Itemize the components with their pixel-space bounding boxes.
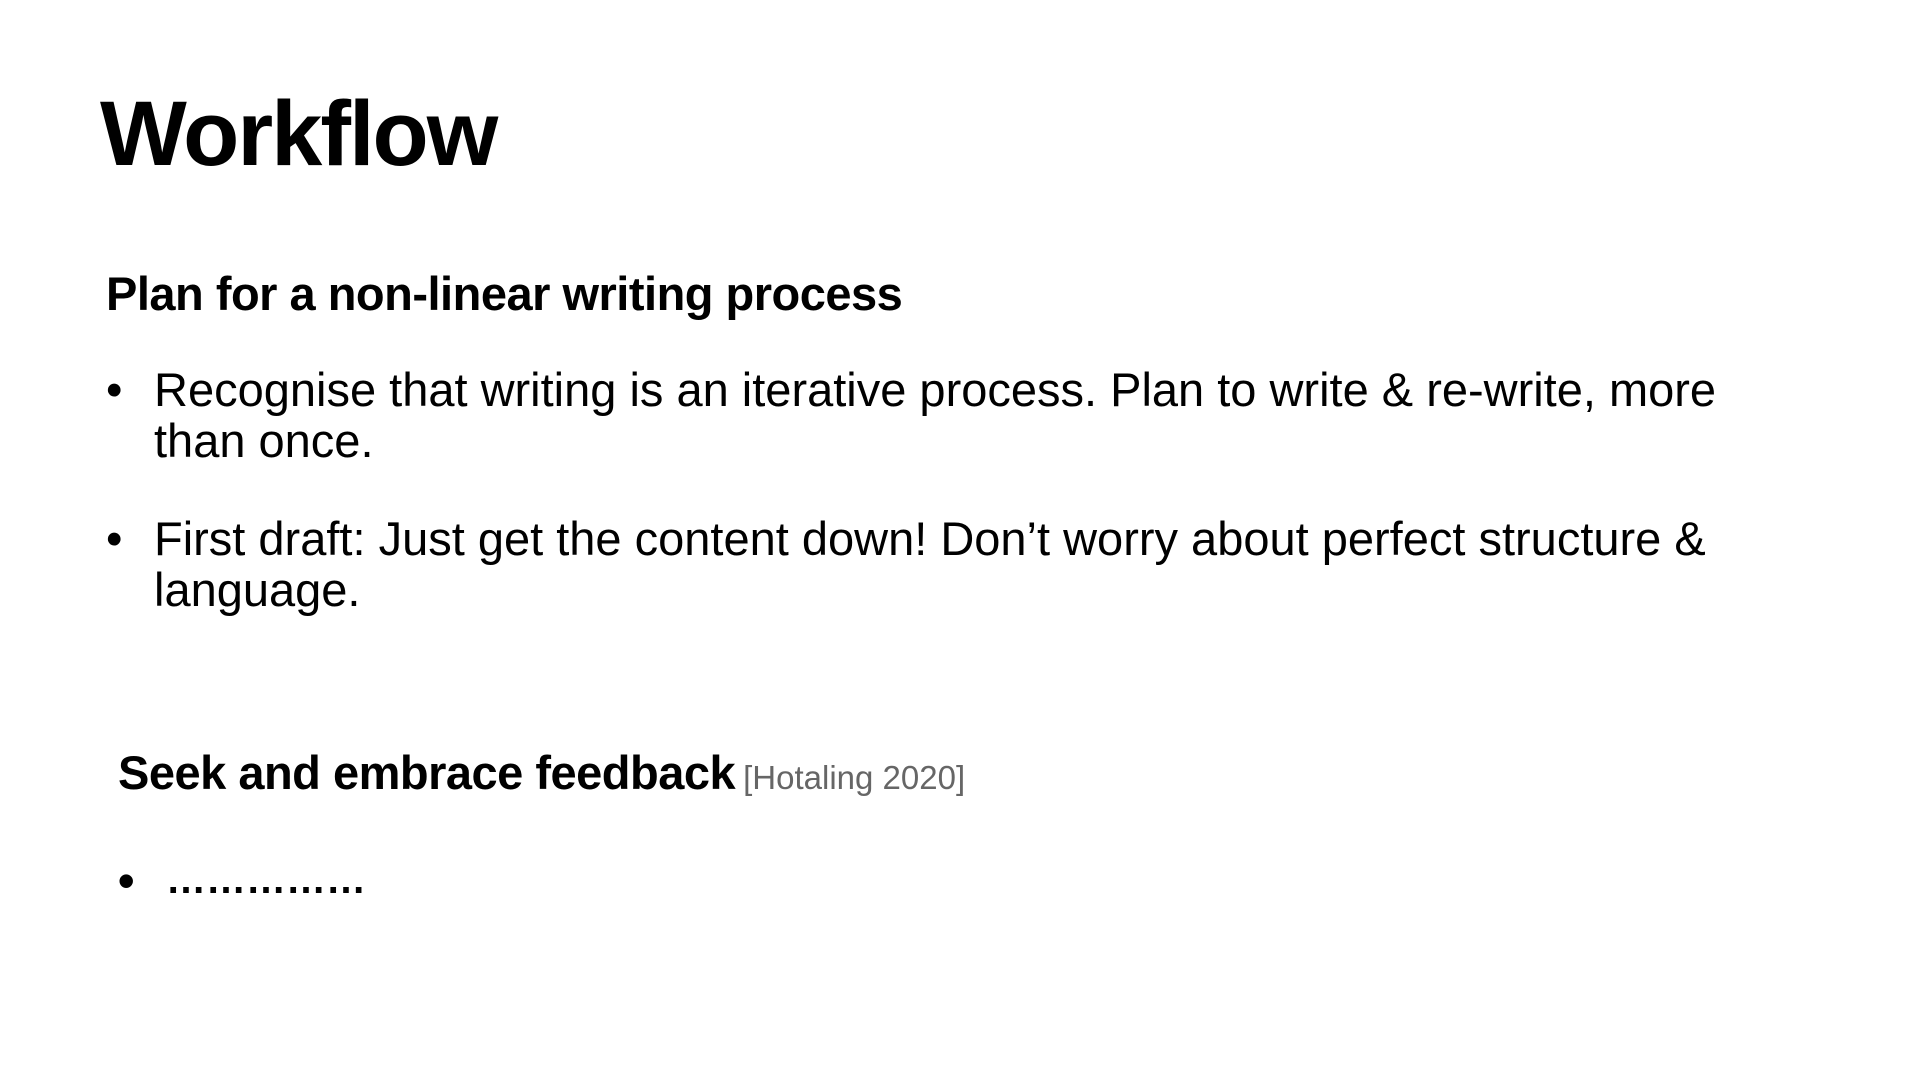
section-heading-feedback-text: Seek and embrace feedback <box>118 746 736 799</box>
bullet-icon: • <box>106 512 123 565</box>
slide-title: Workflow <box>100 83 498 185</box>
section-heading-feedback: Seek and embrace feedback [Hotaling 2020… <box>118 749 965 796</box>
bullet-text: …………… <box>166 858 366 902</box>
list-item: • First draft: Just get the content down… <box>106 513 1806 615</box>
section-heading-plan: Plan for a non-linear writing process <box>106 267 903 320</box>
list-item: • …………… <box>118 855 1318 906</box>
bullet-icon: • <box>118 854 135 907</box>
bullet-text: Recognise that writing is an iterative p… <box>154 363 1717 467</box>
citation: [Hotaling 2020] <box>743 759 966 796</box>
bullet-list-feedback: • …………… <box>118 855 1318 953</box>
bullet-text: First draft: Just get the content down! … <box>154 512 1706 616</box>
slide: Workflow Plan for a non-linear writing p… <box>0 0 1920 1080</box>
list-item: • Recognise that writing is an iterative… <box>106 364 1806 466</box>
bullet-list-plan: • Recognise that writing is an iterative… <box>106 364 1806 662</box>
bullet-icon: • <box>106 363 123 416</box>
